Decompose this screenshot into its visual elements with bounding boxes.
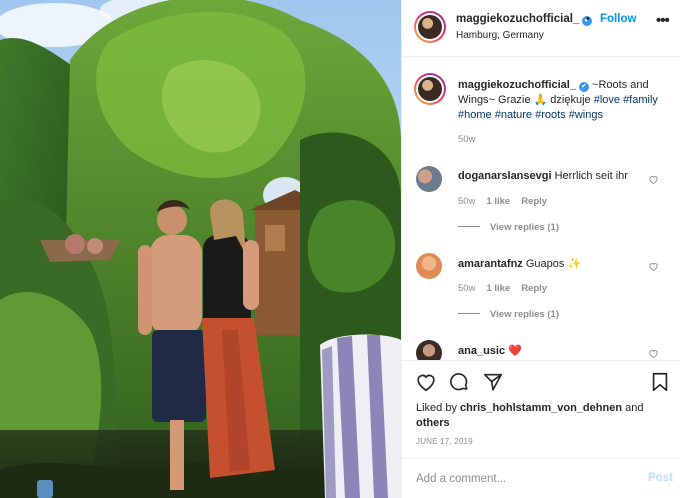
- view-replies-button[interactable]: View replies (1): [458, 222, 559, 233]
- hashtag-link[interactable]: #home: [458, 109, 492, 121]
- post-actions: Liked by chris_hohlstamm_von_dehnen and …: [402, 360, 680, 470]
- commenter-avatar[interactable]: [416, 253, 442, 279]
- comment-input[interactable]: [416, 470, 626, 488]
- commenter-avatar[interactable]: [416, 166, 442, 192]
- caption-text: maggiekozuchofficial_ ✔ ~Roots and Wings~…: [458, 78, 670, 123]
- caption-author-avatar[interactable]: [414, 73, 446, 105]
- separator-dot: •: [586, 13, 590, 25]
- caption-body-2: dziękuje: [550, 94, 591, 106]
- comment-bubble-icon[interactable]: [448, 371, 470, 393]
- hashtag-link[interactable]: #family: [623, 94, 658, 106]
- comment-text: amarantafnz Guapos ✨: [458, 257, 581, 270]
- pray-emoji-icon: 🙏: [533, 94, 548, 106]
- post-comment-button[interactable]: Post: [648, 472, 673, 484]
- liked-by-text: Liked by chris_hohlstamm_von_dehnen and …: [416, 402, 644, 429]
- comment-likes[interactable]: 1 like: [486, 283, 510, 294]
- author-username[interactable]: maggiekozuchofficial_ ✔: [456, 13, 593, 26]
- comment-item: amarantafnz Guapos ✨ 50w 1 like Reply View…: [402, 253, 680, 333]
- reply-button[interactable]: Reply: [521, 196, 547, 207]
- view-replies-button[interactable]: View replies (1): [458, 309, 559, 320]
- verified-badge-icon: ✔: [578, 82, 589, 92]
- hashtag-link[interactable]: #wings: [569, 109, 603, 121]
- liked-by-user-link[interactable]: chris_hohlstamm_von_dehnen: [460, 402, 622, 414]
- post-date[interactable]: JUNE 17, 2019: [416, 437, 473, 446]
- commenter-username[interactable]: amarantafnz: [458, 258, 523, 270]
- comment-text: doganarslansevgi Herrlich seit ihr: [458, 170, 628, 182]
- comment-meta: 50w 1 like Reply: [458, 283, 558, 294]
- comment-body: Guapos: [525, 258, 565, 270]
- comment-body: Herrlich seit ihr: [554, 170, 628, 182]
- location-link[interactable]: Hamburg, Germany: [456, 30, 544, 41]
- caption-username[interactable]: maggiekozuchofficial_: [458, 79, 576, 91]
- save-bookmark-icon[interactable]: [649, 371, 671, 393]
- comment-timestamp[interactable]: 50w: [458, 196, 475, 207]
- caption-timestamp[interactable]: 50w: [458, 134, 475, 145]
- hashtag-link[interactable]: #roots: [535, 109, 566, 121]
- comment-text: ana_usic ❤️: [458, 344, 522, 357]
- commenter-avatar[interactable]: [416, 340, 442, 360]
- post-photo[interactable]: [0, 0, 401, 498]
- comment-item: ana_usic ❤️: [402, 340, 680, 360]
- comment-heart-icon[interactable]: [648, 261, 659, 272]
- comment-heart-icon[interactable]: [648, 348, 659, 359]
- post-header: maggiekozuchofficial_ ✔ • Follow Hamburg,…: [402, 0, 680, 57]
- comment-likes[interactable]: 1 like: [486, 196, 510, 207]
- share-send-icon[interactable]: [482, 371, 504, 393]
- commenter-username[interactable]: doganarslansevgi: [458, 170, 552, 182]
- garden-couple-photo: [0, 0, 401, 498]
- sparkles-emoji-icon: ✨: [567, 258, 582, 270]
- commenter-username[interactable]: ana_usic: [458, 345, 505, 357]
- comment-timestamp[interactable]: 50w: [458, 283, 475, 294]
- comment-meta: 50w 1 like Reply: [458, 196, 558, 207]
- add-comment-bar: Post: [402, 458, 680, 498]
- heart-emoji-icon: ❤️: [508, 345, 522, 357]
- comment-item: doganarslansevgi Herrlich seit ihr 50w 1 …: [402, 166, 680, 246]
- more-options-icon[interactable]: •••: [656, 12, 670, 29]
- follow-button[interactable]: Follow: [600, 13, 636, 25]
- liked-by-others-link[interactable]: others: [416, 417, 450, 429]
- reply-button[interactable]: Reply: [521, 283, 547, 294]
- hashtag-link[interactable]: #nature: [495, 109, 532, 121]
- comment-heart-icon[interactable]: [648, 174, 659, 185]
- author-avatar[interactable]: [414, 11, 446, 43]
- hashtag-link[interactable]: #love: [594, 94, 620, 106]
- like-heart-icon[interactable]: [415, 371, 437, 393]
- post-side-panel: maggiekozuchofficial_ ✔ • Follow Hamburg,…: [401, 0, 680, 498]
